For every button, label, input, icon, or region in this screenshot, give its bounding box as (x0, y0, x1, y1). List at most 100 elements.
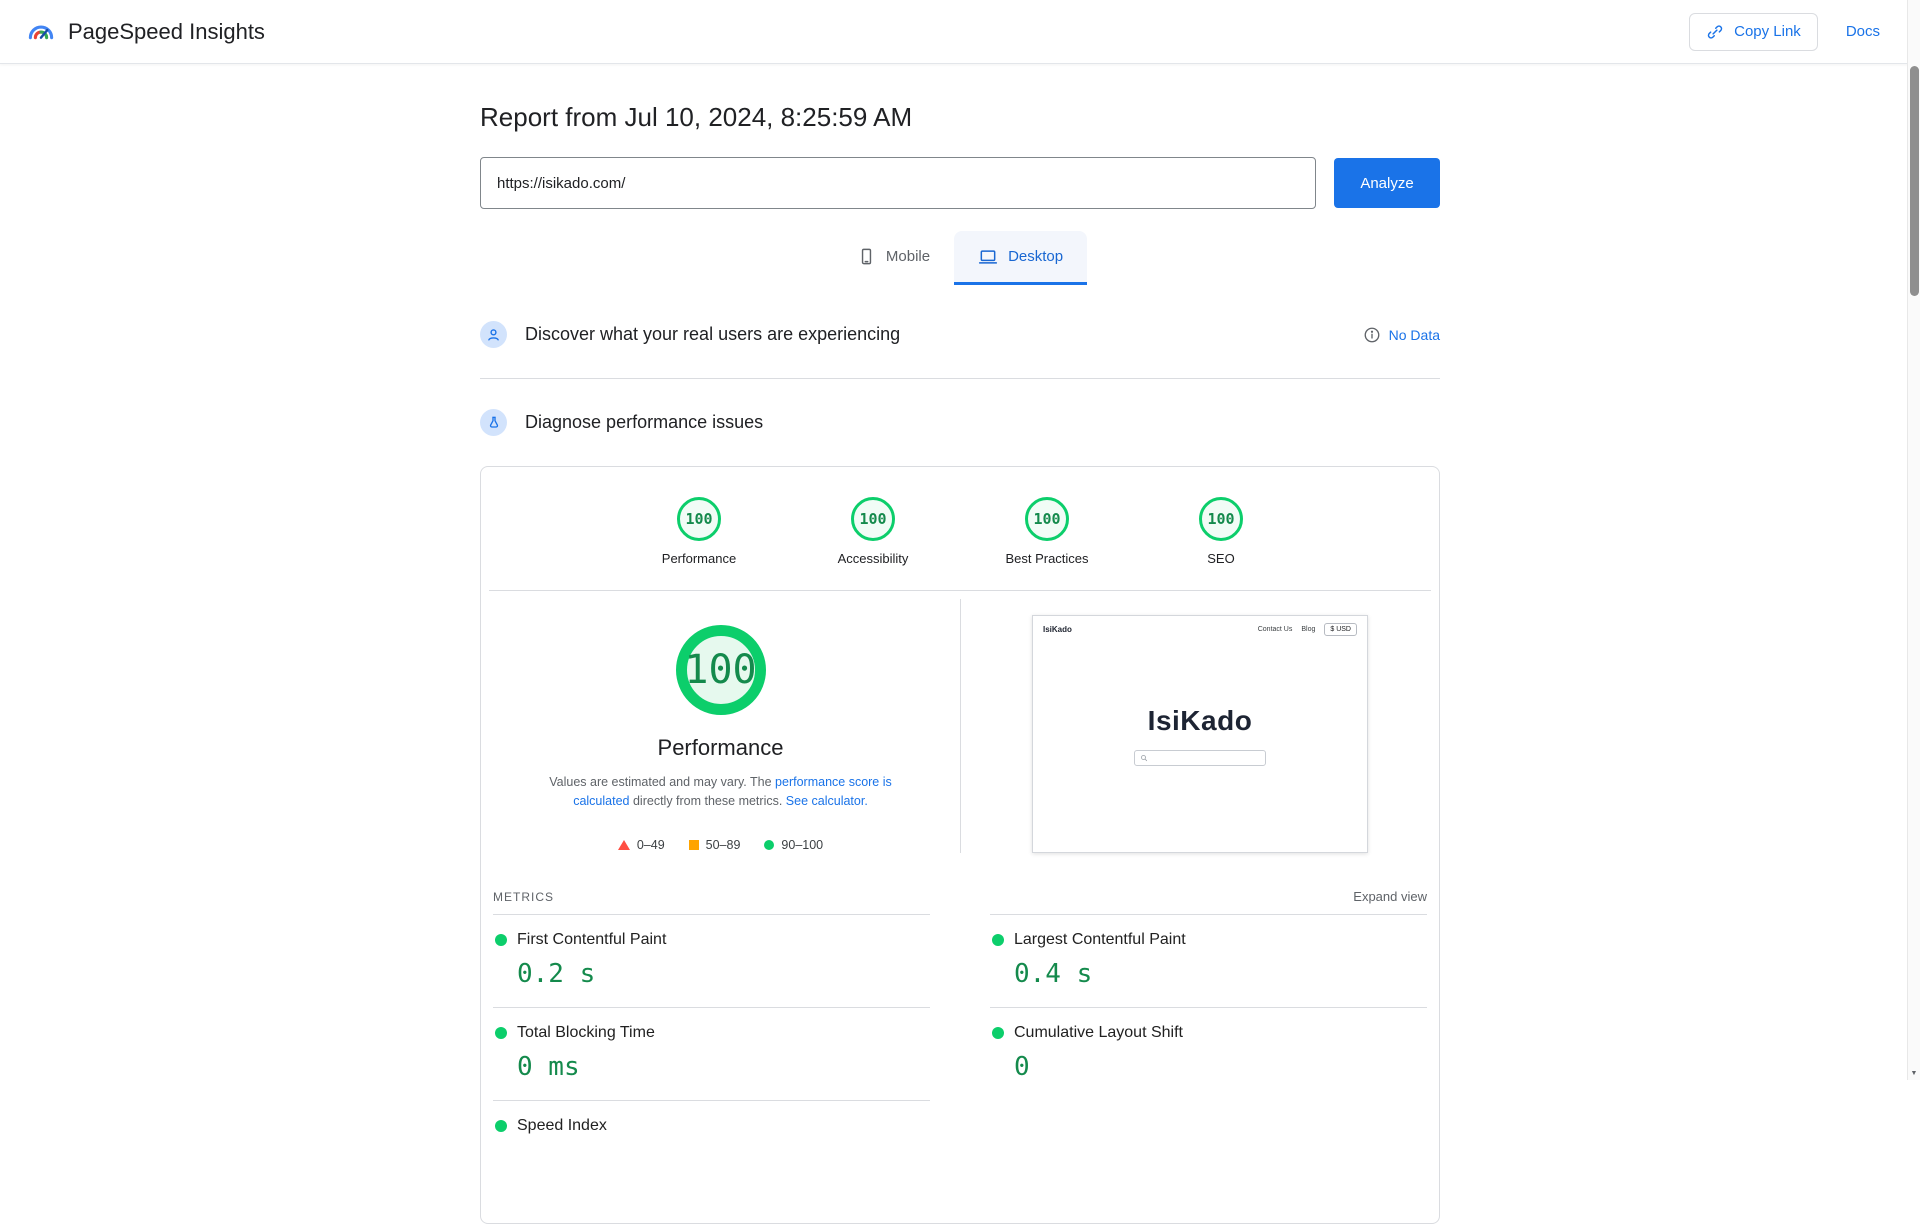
legend-average: 50–89 (688, 838, 740, 852)
url-bar: Analyze (480, 157, 1440, 209)
search-icon (1141, 755, 1148, 762)
metric-total-blocking-time: Total Blocking Time 0 ms (493, 1007, 930, 1100)
best-practices-label: Best Practices (1005, 551, 1089, 566)
tab-desktop[interactable]: Desktop (954, 231, 1088, 285)
main-content: Report from Jul 10, 2024, 8:25:59 AM Ana… (480, 102, 1440, 1224)
score-disclaimer: Values are estimated and may vary. The p… (531, 773, 911, 812)
thumbnail-site-logo: IsiKado (1043, 625, 1072, 634)
category-seo[interactable]: 100 SEO (1165, 497, 1277, 566)
metric-cumulative-layout-shift: Cumulative Layout Shift 0 (990, 1007, 1427, 1100)
metrics-left-column: First Contentful Paint 0.2 s Total Block… (493, 914, 930, 1163)
accessibility-label: Accessibility (837, 551, 909, 566)
brand[interactable]: PageSpeed Insights (26, 17, 265, 47)
performance-gauge: 100 (675, 625, 766, 715)
copy-link-label: Copy Link (1734, 23, 1801, 40)
report-title: Report from Jul 10, 2024, 8:25:59 AM (480, 102, 913, 132)
category-best-practices[interactable]: 100 Best Practices (991, 497, 1103, 566)
pagespeed-logo-icon (26, 17, 56, 47)
scrollbar-down-arrow-icon[interactable]: ▼ (1908, 1066, 1920, 1080)
thumbnail-nav-blog: Blog (1301, 626, 1316, 633)
url-input[interactable] (480, 157, 1316, 209)
performance-score-ring: 100 (677, 497, 721, 541)
best-practices-score-ring: 100 (1025, 497, 1069, 541)
app-header: PageSpeed Insights Copy Link Docs (0, 0, 1920, 64)
legend-fail-range: 0–49 (636, 837, 665, 852)
metric-value: 0.2 s (517, 959, 596, 989)
legend-square-icon (688, 839, 699, 850)
no-data-label: No Data (1388, 326, 1440, 343)
metric-value: 0 (1014, 1052, 1030, 1082)
expand-view-button[interactable]: Expand view (1353, 889, 1427, 904)
category-scores: 100 Performance 100 Accessibility 100 Be… (481, 467, 1439, 590)
mobile-phone-icon (857, 247, 876, 266)
legend-pass: 90–100 (764, 838, 823, 852)
metric-first-contentful-paint: First Contentful Paint 0.2 s (493, 914, 930, 1007)
metric-status-dot (495, 1027, 507, 1039)
thumbnail-currency-button: $ USD (1324, 623, 1357, 636)
field-data-title: Discover what your real users are experi… (525, 324, 901, 344)
score-legend: 0–49 50–89 90–100 (481, 838, 960, 852)
no-data-status[interactable]: No Data (1363, 326, 1440, 344)
metric-status-dot (992, 1027, 1004, 1039)
section-divider (480, 378, 1440, 379)
diagnose-flask-icon (480, 409, 507, 436)
link-icon (1706, 23, 1724, 41)
accessibility-score-ring: 100 (851, 497, 895, 541)
tab-mobile-label: Mobile (885, 248, 931, 265)
thumbnail-site-body: IsiKado (1033, 643, 1367, 852)
seo-label: SEO (1207, 551, 1235, 566)
metric-speed-index: Speed Index (493, 1100, 930, 1163)
legend-fail: 0–49 (617, 837, 665, 852)
thumbnail-site-title: IsiKado (1147, 705, 1253, 736)
legend-pass-range: 90–100 (781, 837, 824, 852)
gauge-score: 100 (684, 647, 757, 693)
metric-name: Cumulative Layout Shift (1014, 1024, 1183, 1041)
metrics-header: METRICS Expand view (481, 853, 1439, 914)
gauge-label: Performance (657, 735, 784, 760)
desktop-laptop-icon (978, 247, 998, 267)
tab-desktop-label: Desktop (1008, 248, 1064, 265)
category-accessibility[interactable]: 100 Accessibility (817, 497, 929, 566)
performance-score: 100 (685, 510, 713, 528)
thumbnail-nav-contact: Contact Us (1257, 626, 1293, 633)
disclaimer-text-1: Values are estimated and may vary. The (549, 775, 776, 789)
thumbnail-search-box (1134, 750, 1266, 766)
page-scrollbar[interactable]: ▼ (1907, 0, 1920, 1080)
metrics-right-column: Largest Contentful Paint 0.4 s Cumulativ… (990, 914, 1427, 1163)
metrics-heading: METRICS (493, 889, 554, 904)
metric-name: First Contentful Paint (517, 931, 667, 948)
performance-gauge-column: 100 Performance Values are estimated and… (481, 599, 960, 853)
field-data-section: Discover what your real users are experi… (480, 321, 1440, 348)
metric-largest-contentful-paint: Largest Contentful Paint 0.4 s (990, 914, 1427, 1007)
report-card: 100 Performance 100 Accessibility 100 Be… (480, 466, 1440, 1224)
screenshot-column: IsiKado Contact Us Blog $ USD IsiKado (960, 599, 1439, 853)
info-icon[interactable] (1363, 326, 1381, 344)
tab-mobile[interactable]: Mobile (833, 231, 954, 285)
copy-link-button[interactable]: Copy Link (1689, 12, 1818, 51)
metric-name: Total Blocking Time (517, 1024, 655, 1041)
category-performance[interactable]: 100 Performance (643, 497, 755, 566)
see-calculator-link[interactable]: See calculator. (786, 794, 868, 808)
metric-value: 0 ms (517, 1052, 580, 1082)
real-users-icon (480, 321, 507, 348)
app-title: PageSpeed Insights (68, 18, 265, 44)
metrics-grid: First Contentful Paint 0.2 s Total Block… (481, 914, 1439, 1163)
scrollbar-thumb[interactable] (1910, 66, 1919, 296)
docs-link[interactable]: Docs (1846, 23, 1880, 40)
analyze-button[interactable]: Analyze (1334, 158, 1440, 208)
thumbnail-site-nav: Contact Us Blog $ USD (1258, 623, 1357, 636)
legend-triangle-icon (617, 839, 630, 850)
legend-circle-icon (764, 839, 775, 850)
disclaimer-text-2: directly from these metrics. (629, 794, 786, 809)
page-screenshot-thumbnail[interactable]: IsiKado Contact Us Blog $ USD IsiKado (1032, 615, 1368, 853)
device-tabs: Mobile Desktop (480, 231, 1440, 285)
metric-status-dot (495, 1120, 507, 1132)
lab-data-section: Diagnose performance issues (480, 409, 1440, 436)
metric-status-dot (992, 934, 1004, 946)
seo-score-ring: 100 (1199, 497, 1243, 541)
metric-value: 0.4 s (1014, 959, 1093, 989)
thumbnail-site-header: IsiKado Contact Us Blog $ USD (1033, 616, 1367, 643)
gauge-area: 100 Performance Values are estimated and… (481, 591, 1439, 853)
performance-label: Performance (661, 551, 737, 566)
metric-name: Largest Contentful Paint (1014, 931, 1186, 948)
